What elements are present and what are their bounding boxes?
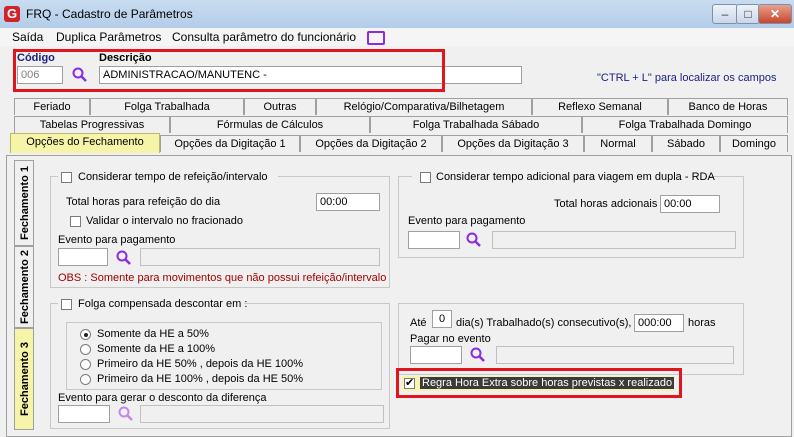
tab-tabelas-progressivas[interactable]: Tabelas Progressivas (14, 116, 170, 133)
menu-saida[interactable]: Saída (12, 28, 43, 46)
highlight-box-header (13, 49, 445, 92)
rda-title: Considerar tempo adicional para viagem e… (436, 171, 715, 183)
tab-sabado[interactable]: Sábado (652, 135, 720, 152)
rda-checkbox[interactable] (420, 172, 431, 183)
refeicao-obs: OBS : Somente para movimentos que não po… (58, 272, 387, 284)
folga-option-3-radio[interactable] (80, 359, 91, 370)
tab-reflexo-semanal[interactable]: Reflexo Semanal (532, 98, 668, 115)
rda-evento-label: Evento para pagamento (408, 215, 526, 227)
validar-intervalo-label: Validar o intervalo no fracionado (86, 215, 243, 227)
tab-formulas-calculos[interactable]: Fórmulas de Cálculos (170, 116, 370, 133)
pagar-evento-desc (496, 346, 734, 364)
search-icon[interactable] (116, 250, 132, 266)
vtab-fechamento-1[interactable]: Fechamento 1 (14, 160, 34, 246)
folga-evento-label: Evento para gerar o desconto da diferenç… (58, 392, 267, 404)
folga-option-1-radio[interactable] (80, 329, 91, 340)
tab-opcoes-digitacao-2[interactable]: Opções da Digitação 2 (300, 135, 442, 152)
folga-evento-desc (140, 405, 384, 423)
dias-field[interactable]: 0 (432, 310, 452, 328)
app-logo-icon: G (4, 6, 20, 22)
refeicao-evento-field[interactable] (58, 248, 108, 266)
pagar-evento-label: Pagar no evento (410, 333, 491, 345)
tab-banco-de-horas[interactable]: Banco de Horas (668, 98, 788, 115)
tab-outras[interactable]: Outras (244, 98, 316, 115)
dias-label: dia(s) Trabalhado(s) consecutivo(s), (456, 317, 632, 329)
tab-feriado[interactable]: Feriado (14, 98, 90, 115)
tab-opcoes-digitacao-1[interactable]: Opções da Digitação 1 (160, 135, 300, 152)
tab-opcoes-digitacao-3[interactable]: Opções da Digitação 3 (442, 135, 584, 152)
folga-option-3-label: Primeiro da HE 50% , depois da HE 100% (97, 358, 304, 370)
vtab-fechamento-3[interactable]: Fechamento 3 (14, 328, 34, 430)
search-icon[interactable] (118, 406, 134, 422)
folga-option-2-radio[interactable] (80, 344, 91, 355)
refeicao-total-field[interactable]: 00:00 (316, 193, 380, 211)
horas-label: horas (688, 317, 716, 329)
folga-option-4-label: Primeiro da HE 100% , depois da HE 50% (97, 373, 304, 385)
close-button[interactable]: ✕ (758, 4, 792, 24)
tab-relogio[interactable]: Relógio/Comparativa/Bilhetagem (316, 98, 532, 115)
pagar-evento-field[interactable] (410, 346, 462, 364)
minimize-button[interactable]: – (712, 4, 738, 24)
monitor-stand (371, 43, 379, 45)
folga-evento-field[interactable] (58, 405, 110, 423)
tab-domingo[interactable]: Domingo (720, 135, 788, 152)
menu-consulta-parametro[interactable]: Consulta parâmetro do funcionário (172, 28, 356, 46)
ate-label: Até (410, 317, 427, 329)
refeicao-total-label: Total horas para refeição do dia (66, 196, 221, 208)
regra-checkbox[interactable] (404, 376, 415, 389)
menu-duplica-parametros[interactable]: Duplica Parâmetros (56, 28, 161, 46)
refeicao-checkbox[interactable] (61, 172, 72, 183)
refeicao-evento-desc (140, 248, 380, 266)
shortcut-hint: "CTRL + L" para localizar os campos (597, 72, 777, 84)
maximize-button[interactable]: □ (736, 4, 760, 24)
folga-option-4-radio[interactable] (80, 374, 91, 385)
regra-label: Regra Hora Extra sobre horas previstas x… (420, 377, 675, 389)
search-icon[interactable] (470, 347, 486, 363)
tab-folga-trabalhada[interactable]: Folga Trabalhada (90, 98, 244, 115)
folga-option-2-label: Somente da HE a 100% (97, 343, 216, 355)
rda-evento-desc (492, 231, 736, 249)
validar-intervalo-checkbox[interactable] (70, 216, 81, 227)
refeicao-evento-label: Evento para pagamento (58, 234, 176, 246)
folga-option-1-label: Somente da HE a 50% (97, 328, 209, 340)
tab-folga-sabado[interactable]: Folga Trabalhada Sábado (370, 116, 582, 133)
refeicao-title: Considerar tempo de refeição/intervalo (78, 171, 268, 183)
folga-title: Folga compensada descontar em : (78, 298, 248, 310)
rda-total-field[interactable]: 00:00 (660, 195, 720, 213)
tab-normal[interactable]: Normal (584, 135, 652, 152)
tab-folga-domingo[interactable]: Folga Trabalhada Domingo (582, 116, 788, 133)
vtab-fechamento-2[interactable]: Fechamento 2 (14, 246, 34, 328)
tab-opcoes-fechamento[interactable]: Opções do Fechamento (10, 133, 160, 153)
rda-evento-field[interactable] (408, 231, 460, 249)
search-icon[interactable] (466, 232, 482, 248)
window-title: FRQ - Cadastro de Parâmetros (26, 7, 193, 21)
folga-checkbox[interactable] (61, 299, 72, 310)
horas-field[interactable]: 000:00 (634, 314, 684, 332)
rda-total-label: Total horas adcionais (554, 198, 658, 210)
